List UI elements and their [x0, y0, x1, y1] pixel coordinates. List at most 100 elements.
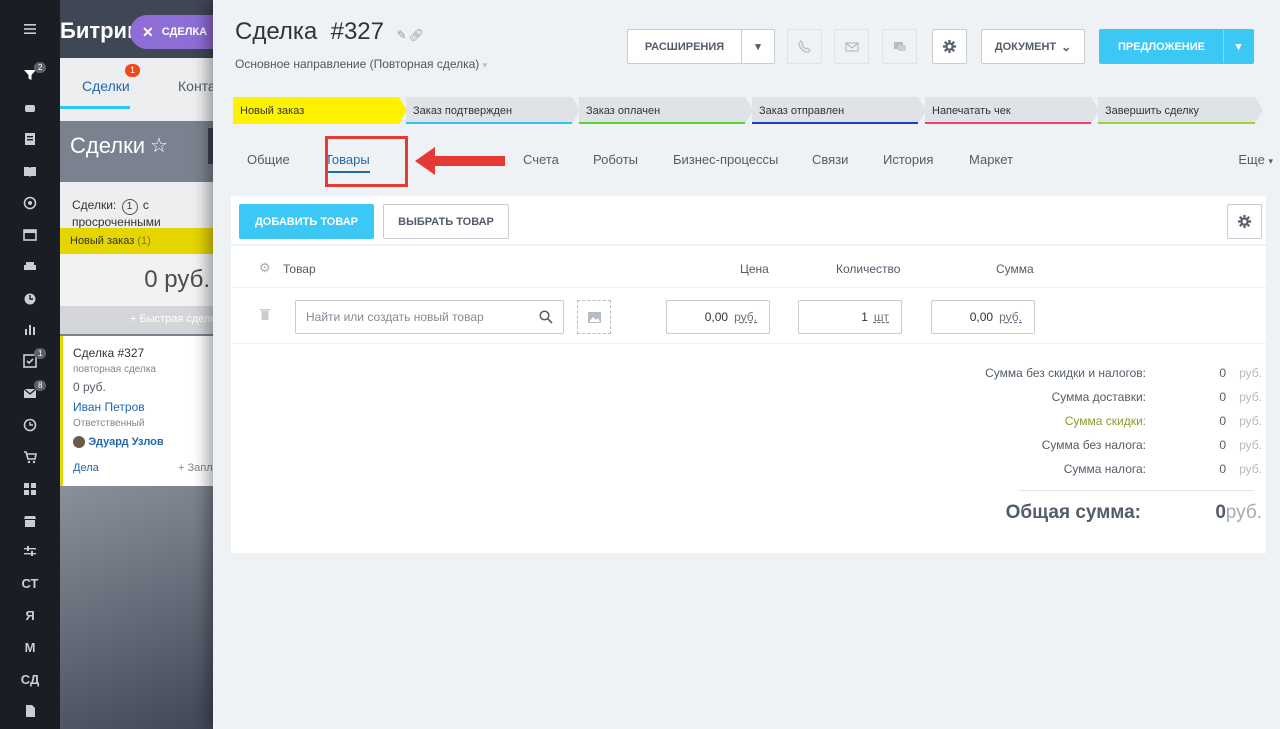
- chevron-down-icon[interactable]: ▾: [1223, 30, 1253, 63]
- store-icon[interactable]: [0, 510, 60, 532]
- chart-icon[interactable]: [0, 318, 60, 340]
- tab-deals[interactable]: Сделки: [82, 78, 130, 94]
- tab-business-processes[interactable]: Бизнес-процессы: [673, 152, 778, 167]
- col-sum: Сумма: [996, 262, 1034, 276]
- stage-order-shipped[interactable]: Заказ отправлен: [752, 97, 926, 124]
- star-icon[interactable]: ☆: [150, 133, 168, 158]
- printer-icon[interactable]: [0, 256, 60, 278]
- chat-icon[interactable]: [882, 29, 917, 64]
- sliders-icon[interactable]: [0, 540, 60, 562]
- close-icon[interactable]: ✕: [142, 24, 154, 41]
- extensions-label: РАСШИРЕНИЯ: [644, 40, 725, 53]
- tab-invoices[interactable]: Счета: [523, 152, 559, 167]
- image-upload-icon[interactable]: [577, 300, 611, 334]
- rail-item-st[interactable]: СТ: [0, 572, 60, 594]
- file-icon[interactable]: [0, 700, 60, 722]
- stage-new-order[interactable]: Новый заказ: [233, 97, 407, 124]
- stage-count: (1): [137, 235, 151, 247]
- stage-print-receipt[interactable]: Напечатать чек: [925, 97, 1099, 124]
- tab-links[interactable]: Связи: [812, 152, 848, 167]
- card-responsible-name[interactable]: Эдуард Узлов: [88, 436, 163, 448]
- background-tabs: Сделки 1 Контакты: [60, 58, 220, 121]
- quick-deal-button[interactable]: + Быстрая сделка: [60, 306, 220, 334]
- clock-icon[interactable]: [0, 414, 60, 436]
- stage-close-deal[interactable]: Завершить сделку: [1098, 97, 1263, 124]
- gear-icon[interactable]: [1227, 204, 1262, 239]
- kanban-stage-sum: 0 руб.: [60, 254, 220, 306]
- deals-badge: 1: [125, 64, 141, 77]
- mail-icon[interactable]: [834, 29, 869, 64]
- rail-item-m[interactable]: М: [0, 636, 60, 658]
- grand-total: Общая сумма: 0 руб.: [866, 502, 1266, 532]
- document-button[interactable]: ДОКУМЕНТ ⌄: [981, 29, 1085, 64]
- select-product-button[interactable]: ВЫБРАТЬ ТОВАР: [383, 204, 509, 239]
- deal-stage-bar: Новый заказ Заказ подтвержден Заказ опла…: [233, 97, 1263, 124]
- products-toolbar: ДОБАВИТЬ ТОВАР ВЫБРАТЬ ТОВАР: [231, 196, 1266, 246]
- tab-robots[interactable]: Роботы: [593, 152, 638, 167]
- col-price: Цена: [740, 262, 769, 276]
- phone-icon[interactable]: [787, 29, 822, 64]
- products-panel: ДОБАВИТЬ ТОВАР ВЫБРАТЬ ТОВАР ⚙︎ Товар Це…: [231, 196, 1266, 553]
- total-row: Сумма без скидки и налогов: 0 руб.: [985, 366, 1262, 380]
- deal-title: Сделка #327 ✎ 🔗︎: [235, 18, 424, 46]
- avatar: [73, 435, 85, 448]
- rail-item-sd[interactable]: СД: [0, 668, 60, 690]
- grand-total-value: 0: [1215, 502, 1226, 523]
- stage-order-confirmed[interactable]: Заказ подтвержден: [406, 97, 580, 124]
- menu-icon[interactable]: [0, 18, 60, 40]
- chevron-down-icon[interactable]: ▾: [741, 30, 774, 63]
- quantity-unit[interactable]: шт: [874, 310, 889, 324]
- search-icon[interactable]: [539, 310, 553, 324]
- extensions-button[interactable]: РАСШИРЕНИЯ ▾: [627, 29, 775, 64]
- total-row: Сумма скидки: 0 руб.: [1064, 414, 1262, 428]
- deal-direction[interactable]: Основное направление (Повторная сделка) …: [235, 57, 487, 71]
- tab-more[interactable]: Еще ▾: [1238, 152, 1273, 167]
- trash-icon[interactable]: [260, 308, 270, 323]
- price-unit[interactable]: руб.: [734, 310, 757, 324]
- stage-order-paid[interactable]: Заказ оплачен: [579, 97, 753, 124]
- quantity-field[interactable]: 1 шт: [798, 300, 902, 334]
- card-amount: 0 руб.: [73, 380, 106, 394]
- proposal-label: ПРЕДЛОЖЕНИЕ: [1117, 40, 1205, 53]
- edit-pencil-icon[interactable]: ✎: [397, 28, 407, 42]
- tab-general[interactable]: Общие: [247, 152, 290, 167]
- grand-total-label: Общая сумма:: [1005, 502, 1141, 523]
- table-row: Найти или создать новый товар 0,00 руб. …: [231, 288, 1266, 344]
- mail-icon[interactable]: 8: [0, 380, 60, 404]
- sum-value: 0,00: [969, 310, 994, 324]
- card-tasks-link[interactable]: Дела: [73, 462, 99, 474]
- price-field[interactable]: 0,00 руб.: [666, 300, 770, 334]
- col-product: Товар: [283, 262, 316, 276]
- card-title[interactable]: Сделка #327: [73, 346, 144, 360]
- gear-icon[interactable]: [932, 29, 967, 64]
- search-placeholder: Найти или создать новый товар: [306, 310, 484, 324]
- add-product-button[interactable]: ДОБАВИТЬ ТОВАР: [239, 204, 374, 239]
- rail-badge: 2: [34, 62, 47, 73]
- checkbox-icon[interactable]: 1: [0, 348, 60, 372]
- kanban-card[interactable]: Сделка #327 повторная сделка 0 руб. Иван…: [60, 336, 220, 486]
- android-icon[interactable]: [0, 96, 60, 118]
- proposal-button[interactable]: ПРЕДЛОЖЕНИЕ ▾: [1099, 29, 1254, 64]
- sum-field[interactable]: 0,00 руб.: [931, 300, 1035, 334]
- total-row: Сумма без налога: 0 руб.: [1041, 438, 1262, 452]
- target-icon[interactable]: [0, 192, 60, 214]
- background-page-title: Сделки: [70, 133, 145, 158]
- rail-item-ya[interactable]: Я: [0, 604, 60, 626]
- window-icon[interactable]: [0, 224, 60, 246]
- grid-icon[interactable]: [0, 478, 60, 500]
- gear-icon[interactable]: ⚙︎: [259, 260, 271, 276]
- cart-icon[interactable]: [0, 446, 60, 468]
- product-search-input[interactable]: Найти или создать новый товар: [295, 300, 564, 334]
- tab-history[interactable]: История: [883, 152, 933, 167]
- clock-icon[interactable]: [0, 288, 60, 310]
- funnel-icon[interactable]: 2: [0, 62, 60, 86]
- chevron-down-icon: ▾: [1268, 156, 1273, 166]
- card-client[interactable]: Иван Петров: [73, 400, 145, 414]
- document-icon[interactable]: [0, 128, 60, 150]
- tab-market[interactable]: Маркет: [969, 152, 1013, 167]
- background-filter-bar: Сделки: 1 с просроченными: [60, 182, 220, 229]
- rail-badge: 8: [34, 380, 47, 391]
- link-icon[interactable]: 🔗︎: [409, 28, 424, 42]
- filter-count[interactable]: 1: [121, 199, 138, 215]
- book-icon[interactable]: [0, 160, 60, 182]
